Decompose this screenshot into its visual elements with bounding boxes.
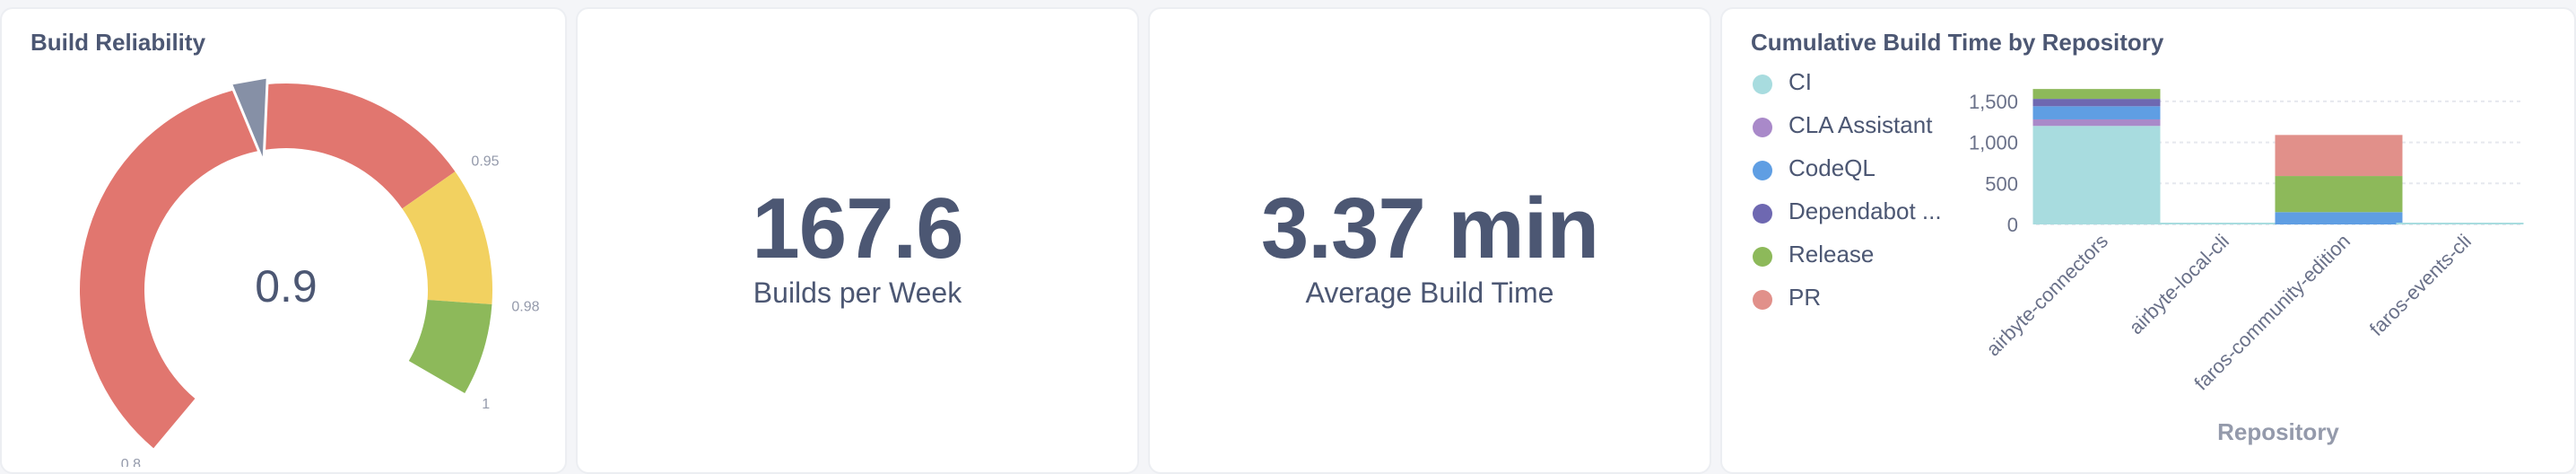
bar-segment[interactable] bbox=[2032, 99, 2161, 107]
gauge-tick-label: 0.98 bbox=[511, 300, 539, 315]
y-tick-label: 500 bbox=[1985, 172, 2018, 195]
gauge-segment-2[interactable] bbox=[408, 300, 492, 393]
bar-segment[interactable] bbox=[2396, 223, 2524, 224]
build-reliability-card: Build Reliability 0.8 0.95 0.98 1 0.9 bbox=[0, 7, 567, 474]
y-tick-label: 0 bbox=[2007, 214, 2018, 236]
x-tick-label: airbyte-connectors bbox=[1981, 230, 2112, 361]
bar-segment[interactable] bbox=[2032, 126, 2161, 224]
bar-segment[interactable] bbox=[2275, 176, 2403, 213]
y-tick-label: 1,500 bbox=[1969, 91, 2018, 113]
builds-per-week-card: 167.6 Builds per Week bbox=[576, 7, 1139, 474]
x-tick-label: airbyte-local-cli bbox=[2125, 230, 2233, 338]
bar-segment[interactable] bbox=[2032, 89, 2161, 100]
builds-per-week-value: 167.6 bbox=[752, 180, 963, 276]
average-build-time-value: 3.37 min bbox=[1260, 180, 1599, 276]
x-tick-label: faros-events-cli bbox=[2365, 230, 2476, 340]
bar-segment[interactable] bbox=[2275, 212, 2403, 224]
gauge-tick-label: 0.8 bbox=[121, 457, 141, 467]
bar-segment[interactable] bbox=[2032, 118, 2161, 127]
bar-segment[interactable] bbox=[2275, 135, 2403, 177]
builds-per-week-label[interactable]: Builds per Week bbox=[578, 276, 1137, 310]
bar-segment[interactable] bbox=[2154, 223, 2282, 224]
average-build-time-label[interactable]: Average Build Time bbox=[1150, 276, 1710, 310]
reliability-gauge: 0.8 0.95 0.98 1 0.9 bbox=[79, 75, 540, 467]
gauge-tick-label: 0.95 bbox=[471, 154, 499, 169]
bar-segment[interactable] bbox=[2032, 106, 2161, 119]
average-build-time-card: 3.37 min Average Build Time bbox=[1148, 7, 1711, 474]
gauge-tick-label: 1 bbox=[482, 397, 490, 412]
x-axis-label: Repository bbox=[2217, 418, 2339, 445]
cumulative-build-time-card: Cumulative Build Time by Repository CI CL… bbox=[1720, 7, 2576, 474]
y-tick-label: 1,000 bbox=[1969, 132, 2018, 154]
gauge-value: 0.9 bbox=[255, 261, 318, 312]
stacked-bar-chart: 0 500 1,000 1,500 airbyte-connectors airbyte-… bbox=[1969, 89, 2524, 445]
